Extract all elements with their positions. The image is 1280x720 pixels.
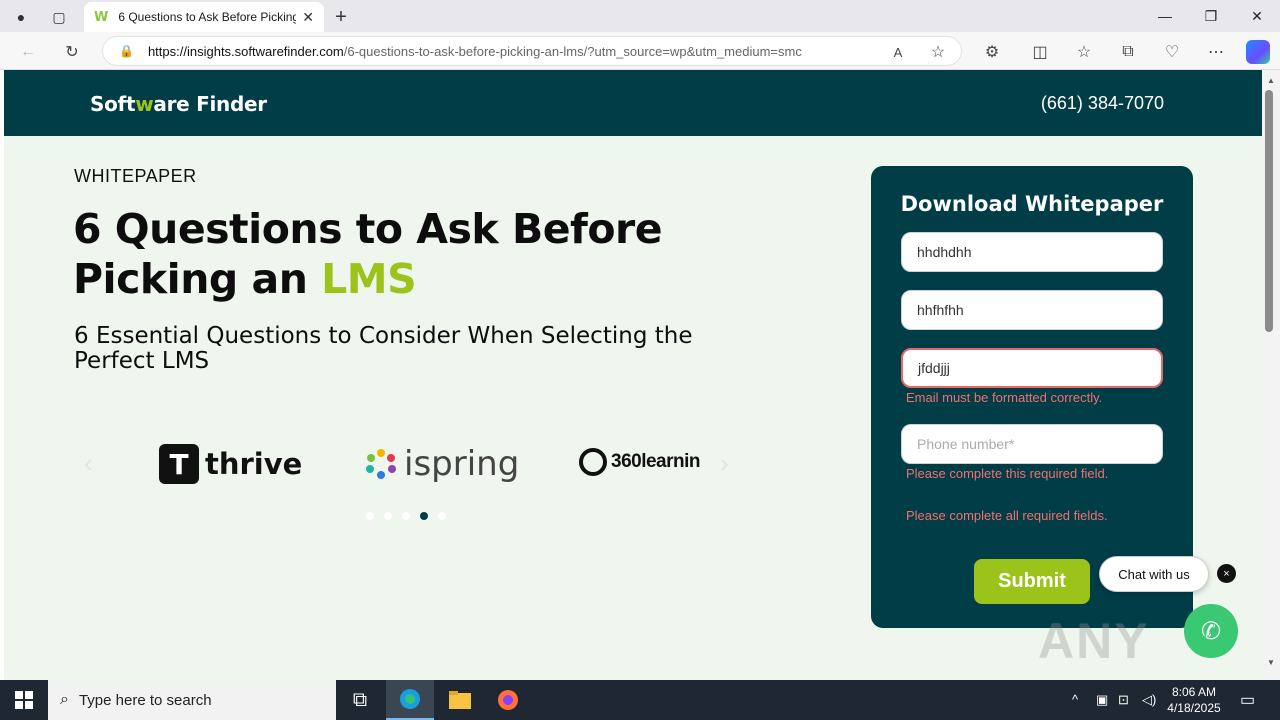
more-menu-icon[interactable]: ⋯ (1204, 40, 1228, 64)
chat-with-us-button[interactable]: Chat with us (1099, 556, 1209, 592)
windows-taskbar: ⌕ Type here to search ⧉ ^ ▣ ⊡ ◁) 8:06 AM… (0, 680, 1280, 720)
tray-chevron-icon[interactable]: ^ (1072, 692, 1078, 707)
notifications-icon[interactable]: ▭ (1240, 690, 1255, 710)
windows-start-icon[interactable] (0, 680, 48, 720)
chat-close-icon[interactable]: × (1217, 564, 1236, 583)
site-logo[interactable]: Software Finder (90, 92, 267, 116)
page-title: 6 Questions to Ask Before Picking an LMS (73, 205, 663, 303)
brand-thrive: T thrive (159, 444, 302, 484)
carousel-dot-active[interactable] (420, 512, 428, 520)
web-page: Software Finder (661) 384-7070 WHITEPAPE… (4, 70, 1262, 680)
firefox-icon[interactable] (484, 680, 532, 720)
thrive-logo-icon: T (159, 444, 199, 484)
read-aloud-icon[interactable]: A (886, 40, 910, 64)
carousel-dot[interactable] (366, 512, 374, 520)
tab-title: 6 Questions to Ask Before Picking (118, 10, 297, 24)
brand-ispring: ispring (366, 444, 519, 484)
browser-tab-strip: ● ▢ W 6 Questions to Ask Before Picking … (0, 0, 1280, 32)
favorite-star-icon[interactable]: ☆ (926, 40, 950, 64)
extensions-icon[interactable]: ⚙ (980, 40, 1004, 64)
carousel-prev-icon[interactable]: ‹ (84, 448, 93, 479)
split-screen-icon[interactable]: ◫ (1028, 40, 1052, 64)
360learning-logo-icon (579, 448, 607, 476)
restore-icon[interactable]: ❐ (1188, 0, 1234, 32)
chat-bubble-icon[interactable]: ✆ (1184, 604, 1238, 658)
minimize-icon[interactable]: — (1142, 0, 1188, 32)
carousel-dot[interactable] (402, 512, 410, 520)
carousel-dots (366, 512, 446, 520)
back-icon[interactable]: ← (16, 40, 40, 64)
browser-tab[interactable]: W 6 Questions to Ask Before Picking ✕ (84, 2, 324, 32)
phone-number[interactable]: (661) 384-7070 (1041, 93, 1164, 114)
url-text: https://insights.softwarefinder.com/6-qu… (147, 43, 802, 59)
new-tab-icon[interactable]: + (330, 6, 352, 28)
search-icon: ⌕ (60, 691, 69, 708)
window-close-icon[interactable]: ✕ (1234, 0, 1280, 32)
edge-browser-icon[interactable] (386, 680, 434, 720)
phone-error: Please complete this required field. (906, 466, 1109, 481)
lock-icon: 🔒 (119, 44, 134, 58)
tab-actions-icon[interactable]: ▢ (48, 6, 70, 28)
copilot-icon[interactable] (1246, 40, 1270, 64)
taskbar-clock[interactable]: 8:06 AM 4/18/2025 (1164, 684, 1224, 716)
form-error: Please complete all required fields. (906, 508, 1108, 523)
brand-360learning: 360learnin (579, 448, 701, 476)
favorites-icon[interactable]: ☆ (1072, 40, 1096, 64)
submit-button[interactable]: Submit (974, 559, 1090, 604)
collections-icon[interactable]: ⧉ (1116, 40, 1140, 64)
carousel-next-icon[interactable]: › (720, 448, 729, 479)
ispring-logo-icon (366, 449, 396, 479)
page-kicker: WHITEPAPER (74, 166, 197, 186)
profile-icon[interactable]: ● (10, 6, 32, 28)
email-field[interactable]: jfddjjj (901, 348, 1163, 388)
tab-close-icon[interactable]: ✕ (302, 9, 314, 26)
phone-field[interactable]: Phone number* (901, 424, 1163, 464)
search-placeholder: Type here to search (78, 691, 212, 709)
site-header: Software Finder (661) 384-7070 (4, 70, 1262, 136)
volume-icon[interactable]: ◁) (1142, 692, 1156, 708)
scroll-down-icon[interactable]: ▼ (1263, 658, 1279, 667)
email-error: Email must be formatted correctly. (906, 390, 1103, 405)
browser-essentials-icon[interactable]: ♡ (1160, 40, 1184, 64)
scroll-up-icon[interactable]: ▲ (1263, 76, 1279, 85)
task-view-icon[interactable]: ⧉ (336, 680, 384, 720)
site-favicon-icon: W (94, 9, 109, 25)
network-icon[interactable]: ⊡ (1118, 692, 1129, 708)
last-name-field[interactable]: hhfhfhh (901, 290, 1163, 330)
taskbar-search[interactable]: ⌕ Type here to search (48, 680, 336, 720)
carousel-dot[interactable] (438, 512, 446, 520)
browser-toolbar: ← ↻ 🔒 https://insights.softwarefinder.co… (0, 32, 1280, 70)
scroll-thumb[interactable] (1265, 90, 1273, 332)
refresh-icon[interactable]: ↻ (60, 40, 84, 64)
brand-carousel: ‹ T thrive ispring 360learnin › (84, 436, 734, 496)
tray-device-icon[interactable]: ▣ (1096, 692, 1108, 708)
page-subtitle: 6 Essential Questions to Consider When S… (74, 323, 693, 374)
form-title: Download Whitepaper (900, 192, 1164, 216)
carousel-dot[interactable] (384, 512, 392, 520)
first-name-field[interactable]: hhdhdhh (901, 232, 1163, 272)
address-bar[interactable]: 🔒 https://insights.softwarefinder.com/6-… (102, 36, 962, 66)
file-explorer-icon[interactable] (436, 680, 484, 720)
